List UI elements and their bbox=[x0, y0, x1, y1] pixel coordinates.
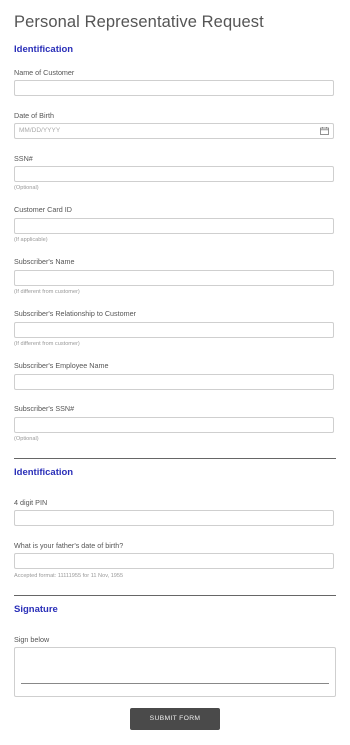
subscribers-employee-name-label: Subscriber's Employee Name bbox=[14, 361, 109, 370]
subscribers-relationship-input[interactable] bbox=[14, 322, 334, 338]
subscribers-employee-name-input[interactable] bbox=[14, 374, 334, 390]
customer-card-id-hint: (If applicable) bbox=[14, 237, 48, 243]
subscribers-name-hint: (If different from customer) bbox=[14, 289, 80, 295]
subscribers-ssn-hint: (Optional) bbox=[14, 436, 39, 442]
subscribers-ssn-input[interactable] bbox=[14, 417, 334, 433]
page-title: Personal Representative Request bbox=[14, 13, 264, 31]
subscribers-relationship-label: Subscriber's Relationship to Customer bbox=[14, 309, 137, 318]
ssn-label: SSN# bbox=[14, 154, 33, 163]
name-of-customer-label: Name of Customer bbox=[14, 68, 75, 77]
pin-input[interactable] bbox=[14, 510, 334, 526]
date-of-birth-label: Date of Birth bbox=[14, 111, 54, 120]
fathers-dob-hint: Accepted format: 11111955 for 11 Nov, 19… bbox=[14, 573, 124, 579]
date-of-birth-input[interactable]: MM/DD/YYYY bbox=[14, 123, 334, 139]
subscribers-relationship-hint: (If different from customer) bbox=[14, 341, 80, 347]
subscribers-name-input[interactable] bbox=[14, 270, 334, 286]
signature-pad[interactable] bbox=[14, 647, 336, 697]
signature-label: Sign below bbox=[14, 635, 50, 644]
calendar-icon[interactable] bbox=[320, 127, 329, 135]
customer-card-id-label: Customer Card ID bbox=[14, 205, 72, 214]
section-heading-identification: Identification bbox=[14, 44, 74, 55]
subscribers-ssn-label: Subscriber's SSN# bbox=[14, 404, 75, 413]
pin-label: 4 digit PIN bbox=[14, 498, 48, 507]
ssn-input[interactable] bbox=[14, 166, 334, 182]
section-heading-identification-2: Identification bbox=[14, 467, 74, 478]
ssn-hint: (Optional) bbox=[14, 185, 39, 191]
section-heading-signature: Signature bbox=[14, 604, 58, 615]
customer-card-id-input[interactable] bbox=[14, 218, 334, 234]
section-divider bbox=[14, 595, 336, 596]
submit-form-button[interactable]: SUBMIT FORM bbox=[130, 708, 220, 730]
fathers-dob-label: What is your father's date of birth? bbox=[14, 541, 124, 550]
section-divider bbox=[14, 458, 336, 459]
signature-line bbox=[21, 683, 329, 684]
name-of-customer-input[interactable] bbox=[14, 80, 334, 96]
date-of-birth-placeholder: MM/DD/YYYY bbox=[19, 127, 61, 134]
fathers-dob-input[interactable] bbox=[14, 553, 334, 569]
subscribers-name-label: Subscriber's Name bbox=[14, 257, 75, 266]
